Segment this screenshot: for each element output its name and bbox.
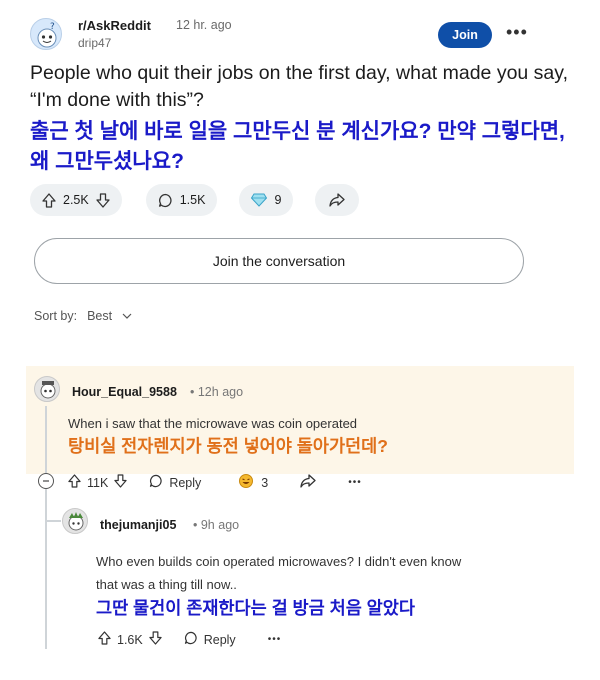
sort-value[interactable]: Best <box>87 309 112 323</box>
subreddit-name[interactable]: r/AskReddit <box>78 18 151 33</box>
comment-vote-group: 1.6K <box>98 631 162 648</box>
sort-control[interactable]: Sort by: Best <box>34 309 132 323</box>
downvote-icon[interactable] <box>149 631 162 648</box>
laugh-award-icon <box>237 473 255 492</box>
sort-label: Sort by: <box>34 309 78 323</box>
reply-connector <box>45 520 61 522</box>
avatar[interactable] <box>62 508 88 534</box>
vote-pill: 2.5K <box>30 184 122 216</box>
more-options-icon[interactable]: ••• <box>348 477 362 488</box>
avatar[interactable] <box>34 376 60 402</box>
vote-count: 2.5K <box>63 193 89 207</box>
comment-body-korean: 그딴 물건이 존재한다는 걸 방금 처음 알았다 <box>96 598 415 618</box>
chevron-down-icon[interactable] <box>122 309 132 323</box>
join-button[interactable]: Join <box>438 22 492 48</box>
reply-button[interactable]: Reply <box>149 474 201 491</box>
comment-bubble-icon <box>184 631 198 648</box>
comment-vote-group: 11K <box>68 474 128 491</box>
post-header: ? r/AskReddit 12 hr. ago drip47 Join ••• <box>30 14 575 58</box>
reply-label: Reply <box>169 475 202 490</box>
upvote-icon[interactable] <box>68 474 81 491</box>
join-conversation-button[interactable]: Join the conversation <box>34 238 524 284</box>
award-count: 9 <box>274 193 282 207</box>
comment-body-korean: 탕비실 전자렌지가 동전 넣어야 돌아가던데? <box>68 436 388 456</box>
more-options-icon[interactable]: ••• <box>506 22 528 43</box>
comment-vote-count: 11K <box>87 475 109 490</box>
comment-bubble-icon <box>158 193 173 208</box>
reply-button[interactable]: Reply <box>184 631 236 648</box>
comment-vote-count: 1.6K <box>117 632 143 647</box>
award-button[interactable]: 3 <box>237 473 268 492</box>
diamond-award-icon <box>251 193 268 207</box>
comments-button[interactable]: 1.5K <box>145 184 218 216</box>
post-author[interactable]: drip47 <box>78 36 111 50</box>
upvote-icon[interactable] <box>98 631 111 648</box>
comment-username[interactable]: thejumanji05 <box>100 518 176 532</box>
comment-time-value: 9h ago <box>200 518 240 532</box>
more-options-icon[interactable]: ••• <box>268 634 282 645</box>
comment-body: Who even builds coin operated microwaves… <box>96 554 462 592</box>
comment-actions: 11K Reply 3 ••• <box>68 473 362 492</box>
post-title-korean: 출근 첫 날에 바로 일을 그만두신 분 계신가요? 만약 그렇다면, 왜 그만… <box>30 120 565 173</box>
comment-actions: 1.6K Reply ••• <box>98 631 281 648</box>
comment-time-value: 12h ago <box>197 385 244 399</box>
collapse-thread-button[interactable] <box>38 473 54 489</box>
thread-line[interactable] <box>45 489 47 649</box>
award-button[interactable]: 9 <box>239 184 294 216</box>
upvote-icon[interactable] <box>42 192 56 208</box>
downvote-icon[interactable] <box>96 192 110 208</box>
reply-label: Reply <box>203 632 236 647</box>
comment-award-count: 3 <box>261 475 269 490</box>
minus-icon <box>43 480 49 482</box>
thread-line[interactable] <box>45 406 47 474</box>
svg-text:?: ? <box>50 22 55 32</box>
post-action-bar: 2.5K 1.5K 9 <box>30 184 360 218</box>
share-icon <box>329 193 346 207</box>
share-button[interactable] <box>315 184 360 216</box>
downvote-icon[interactable] <box>114 474 128 491</box>
comment-count: 1.5K <box>179 193 206 207</box>
comment-body: When i saw that the microwave was coin o… <box>68 416 358 431</box>
subreddit-avatar-icon[interactable]: ? <box>30 18 62 50</box>
post-title[interactable]: People who quit their jobs on the first … <box>30 60 575 114</box>
comment-time: • 12h ago <box>190 385 244 399</box>
share-icon[interactable] <box>300 474 316 491</box>
comment-username[interactable]: Hour_Equal_9588 <box>72 385 177 399</box>
post-time: 12 hr. ago <box>176 18 232 32</box>
comment-time: • 9h ago <box>193 518 240 532</box>
comment-bubble-icon <box>149 474 163 491</box>
